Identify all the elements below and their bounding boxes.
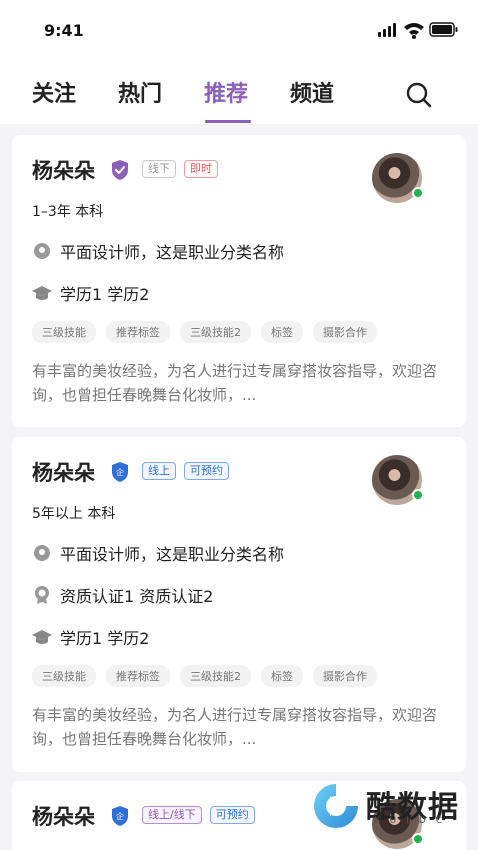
watermark: 酷数据 KUIDC bbox=[310, 780, 470, 840]
experience-education: 1–3年 本科 bbox=[32, 204, 104, 220]
education-text: 学历1 学历2 bbox=[60, 629, 150, 648]
profile-card[interactable]: 杨朵朵 线下 即时 1–3年 本科 平面设计师，这是职业分类名称 学历1 学历2… bbox=[12, 135, 466, 427]
skill-tag[interactable]: 摄影合作 bbox=[313, 665, 377, 687]
certificate-medal-icon bbox=[35, 586, 49, 604]
badge-bookable: 可预约 bbox=[209, 806, 255, 824]
purple-verified-shield-icon bbox=[112, 160, 128, 180]
avatar[interactable] bbox=[372, 153, 424, 203]
service-badges: 线下 即时 bbox=[142, 160, 218, 178]
top-tab-bar: 关注 热门 推荐 频道 bbox=[0, 62, 478, 124]
tab-channel[interactable]: 频道 bbox=[290, 76, 334, 108]
svg-text:企: 企 bbox=[116, 811, 124, 821]
skill-tag[interactable]: 摄影合作 bbox=[313, 321, 377, 343]
profile-name: 杨朵朵 bbox=[32, 159, 95, 183]
service-badges: 线上 可预约 bbox=[142, 462, 229, 480]
tab-hot[interactable]: 热门 bbox=[118, 76, 162, 108]
badge-online: 线上 bbox=[142, 462, 176, 480]
job-title: 平面设计师，这是职业分类名称 bbox=[60, 243, 285, 262]
badge-online-offline: 线上/线下 bbox=[142, 806, 202, 824]
service-badges: 线上/线下 可预约 bbox=[142, 806, 255, 824]
education-text: 学历1 学历2 bbox=[60, 285, 150, 304]
avatar[interactable] bbox=[372, 455, 424, 505]
experience-education: 5年以上 本科 bbox=[32, 506, 116, 522]
location-pin-icon bbox=[34, 243, 50, 259]
badge-bookable: 可预约 bbox=[184, 462, 229, 480]
job-title: 平面设计师，这是职业分类名称 bbox=[60, 545, 285, 564]
profile-card[interactable]: 杨朵朵 企 线上 可预约 5年以上 本科 平面设计师，这是职业分类名称 资质认证… bbox=[12, 437, 466, 772]
job-row: 平面设计师，这是职业分类名称 bbox=[32, 239, 284, 263]
skill-tags: 三级技能 推荐标签 三级技能2 标签 摄影合作 bbox=[32, 665, 377, 687]
enterprise-shield-icon: 企 bbox=[112, 806, 128, 826]
education-row: 学历1 学历2 bbox=[32, 281, 149, 305]
profile-name: 杨朵朵 bbox=[32, 805, 95, 829]
education-row: 学历1 学历2 bbox=[32, 625, 149, 649]
skill-tag[interactable]: 推荐标签 bbox=[106, 321, 170, 343]
profile-description: 有丰富的美妆经验，为名人进行过专属穿搭妆容指导，欢迎咨询，也曾担任春晚舞台化妆师… bbox=[32, 706, 438, 748]
skill-tag[interactable]: 标签 bbox=[261, 665, 303, 687]
battery-icon bbox=[429, 22, 458, 37]
status-time: 9:41 bbox=[44, 21, 84, 40]
tab-recommend[interactable]: 推荐 bbox=[204, 76, 248, 108]
skill-tags: 三级技能 推荐标签 三级技能2 标签 摄影合作 bbox=[32, 321, 377, 343]
skill-tag[interactable]: 三级技能 bbox=[32, 665, 96, 687]
status-bar: 9:41 bbox=[0, 0, 478, 62]
certificate-text: 资质认证1 资质认证2 bbox=[60, 587, 214, 606]
location-pin-icon bbox=[34, 545, 50, 561]
job-row: 平面设计师，这是职业分类名称 bbox=[32, 541, 284, 565]
wifi-icon bbox=[404, 23, 424, 39]
graduation-cap-icon bbox=[32, 630, 52, 644]
profile-description: 有丰富的美妆经验，为名人进行过专属穿搭妆容指导，欢迎咨询，也曾担任春晚舞台化妆师… bbox=[32, 362, 438, 404]
enterprise-shield-icon: 企 bbox=[112, 462, 128, 482]
badge-instant: 即时 bbox=[184, 160, 218, 178]
watermark-logo-icon bbox=[314, 784, 358, 828]
certificate-row: 资质认证1 资质认证2 bbox=[32, 583, 213, 607]
online-status-dot bbox=[412, 489, 424, 501]
skill-tag[interactable]: 推荐标签 bbox=[106, 665, 170, 687]
badge-offline: 线下 bbox=[142, 160, 176, 178]
status-icons bbox=[378, 22, 458, 39]
tab-follow[interactable]: 关注 bbox=[32, 76, 76, 108]
skill-tag[interactable]: 三级技能2 bbox=[180, 321, 251, 343]
skill-tag[interactable]: 三级技能2 bbox=[180, 665, 251, 687]
search-icon[interactable] bbox=[404, 80, 434, 110]
profile-name: 杨朵朵 bbox=[32, 461, 95, 485]
skill-tag[interactable]: 标签 bbox=[261, 321, 303, 343]
skill-tag[interactable]: 三级技能 bbox=[32, 321, 96, 343]
online-status-dot bbox=[412, 187, 424, 199]
signal-icon bbox=[378, 23, 396, 37]
active-tab-indicator bbox=[205, 120, 251, 123]
graduation-cap-icon bbox=[32, 286, 52, 300]
svg-text:企: 企 bbox=[116, 467, 124, 477]
watermark-subtext: KUIDC bbox=[374, 816, 453, 826]
